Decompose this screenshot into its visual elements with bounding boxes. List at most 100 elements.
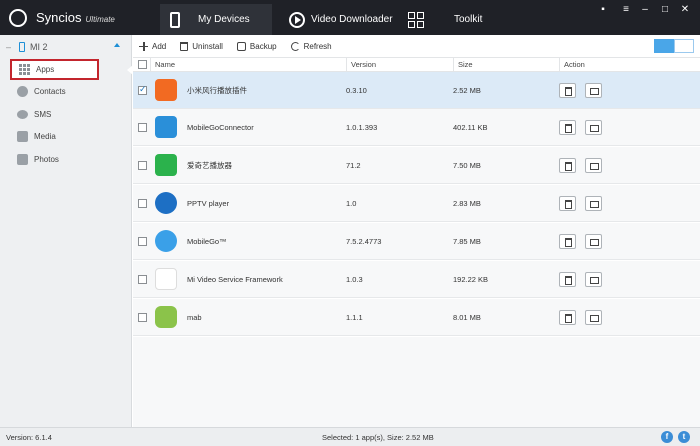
app-version: 1.0.1.393 bbox=[346, 123, 378, 132]
add-label: Add bbox=[152, 41, 167, 51]
column-version[interactable]: Version bbox=[346, 58, 453, 72]
photos-icon bbox=[17, 153, 28, 165]
chat-icon[interactable]: ▪ bbox=[597, 4, 609, 15]
contacts-icon bbox=[17, 85, 28, 97]
row-checkbox[interactable] bbox=[138, 199, 147, 208]
column-name[interactable]: Name bbox=[150, 58, 346, 72]
refresh-icon bbox=[290, 41, 300, 51]
sidebar-item-label: Apps bbox=[36, 65, 55, 74]
app-name: mab bbox=[187, 313, 202, 322]
sidebar: – MI 2 Apps Contacts SMS Media Photos bbox=[0, 35, 132, 427]
app-size: 2.83 MB bbox=[453, 199, 481, 208]
app-size: 402.11 KB bbox=[453, 123, 488, 132]
facebook-icon[interactable]: f bbox=[661, 431, 673, 443]
list-view-button[interactable] bbox=[674, 39, 694, 53]
view-toggle bbox=[654, 39, 694, 53]
app-name: 小米风行播放插件 bbox=[187, 86, 247, 95]
column-action: Action bbox=[559, 58, 700, 72]
tab-label: My Devices bbox=[198, 14, 250, 25]
delete-app-button[interactable] bbox=[559, 158, 576, 173]
grid-view-button[interactable] bbox=[654, 39, 674, 53]
table-row[interactable]: MobileGo™ 7.5.2.4773 7.85 MB bbox=[133, 223, 700, 260]
sms-icon bbox=[17, 109, 28, 119]
table-row[interactable]: mab 1.1.1 8.01 MB bbox=[133, 299, 700, 336]
device-selector[interactable]: – MI 2 bbox=[6, 40, 126, 54]
select-all-checkbox[interactable] bbox=[138, 60, 147, 69]
maximize-button[interactable]: □ bbox=[659, 4, 671, 15]
export-app-button[interactable] bbox=[585, 196, 602, 211]
apps-icon bbox=[19, 64, 30, 75]
refresh-button[interactable]: Refresh bbox=[290, 41, 332, 51]
row-checkbox[interactable] bbox=[138, 123, 147, 132]
app-name: MobileGoConnector bbox=[187, 123, 254, 132]
app-brand: Syncios Ultimate bbox=[36, 10, 115, 25]
app-version: 71.2 bbox=[346, 161, 361, 170]
app-icon bbox=[155, 192, 177, 214]
delete-app-button[interactable] bbox=[559, 234, 576, 249]
delete-app-button[interactable] bbox=[559, 120, 576, 135]
brand-edition: Ultimate bbox=[85, 15, 115, 24]
tab-toolkit[interactable]: Toolkit bbox=[405, 4, 495, 35]
delete-app-button[interactable] bbox=[559, 310, 576, 325]
row-checkbox[interactable] bbox=[138, 161, 147, 170]
version-text: Version: 6.1.4 bbox=[6, 433, 52, 442]
table-row[interactable]: 爱奇艺播放器 71.2 7.50 MB bbox=[133, 147, 700, 184]
app-icon bbox=[155, 268, 177, 290]
app-version: 1.0 bbox=[346, 199, 357, 208]
tab-my-devices[interactable]: My Devices bbox=[160, 4, 272, 35]
refresh-label: Refresh bbox=[303, 41, 332, 51]
delete-app-button[interactable] bbox=[559, 272, 576, 287]
toolbar: Add Uninstall Backup Refresh bbox=[133, 35, 700, 57]
device-phone-icon bbox=[19, 42, 26, 52]
app-name: MobileGo™ bbox=[187, 237, 227, 246]
backup-icon bbox=[236, 41, 246, 51]
row-checkbox[interactable] bbox=[138, 313, 147, 322]
export-app-button[interactable] bbox=[585, 83, 602, 98]
delete-app-button[interactable] bbox=[559, 196, 576, 211]
close-button[interactable]: ✕ bbox=[679, 4, 691, 15]
table-empty-area bbox=[133, 337, 700, 427]
app-name: PPTV player bbox=[187, 199, 230, 208]
grid-icon bbox=[408, 11, 424, 28]
uninstall-button[interactable]: Uninstall bbox=[180, 41, 223, 51]
phone-icon bbox=[170, 11, 180, 28]
export-app-button[interactable] bbox=[585, 120, 602, 135]
add-button[interactable]: Add bbox=[139, 41, 167, 51]
column-size[interactable]: Size bbox=[453, 58, 559, 72]
syncios-logo-icon bbox=[9, 9, 27, 27]
trash-icon bbox=[180, 41, 189, 51]
sidebar-item-apps[interactable]: Apps bbox=[10, 59, 99, 80]
backup-label: Backup bbox=[249, 41, 277, 51]
table-row[interactable]: 小米风行播放插件 0.3.10 2.52 MB bbox=[133, 72, 700, 109]
app-size: 192.22 KB bbox=[453, 275, 489, 284]
collapse-icon[interactable]: – bbox=[6, 42, 11, 52]
brand-name: Syncios bbox=[36, 10, 82, 25]
menu-icon[interactable]: ≡ bbox=[620, 4, 632, 15]
app-size: 8.01 MB bbox=[453, 313, 481, 322]
app-version: 0.3.10 bbox=[346, 86, 367, 95]
export-app-button[interactable] bbox=[585, 310, 602, 325]
row-checkbox[interactable] bbox=[138, 275, 147, 284]
sidebar-item-media[interactable]: Media bbox=[10, 126, 100, 146]
sidebar-item-contacts[interactable]: Contacts bbox=[10, 81, 100, 101]
table-row[interactable]: MobileGoConnector 1.0.1.393 402.11 KB bbox=[133, 109, 700, 146]
tab-video-downloader[interactable]: Video Downloader bbox=[287, 4, 397, 35]
export-app-button[interactable] bbox=[585, 158, 602, 173]
eject-icon[interactable] bbox=[114, 43, 120, 47]
app-icon bbox=[155, 230, 177, 252]
delete-app-button[interactable] bbox=[559, 83, 576, 98]
media-icon bbox=[17, 130, 28, 142]
row-checkbox[interactable] bbox=[138, 237, 147, 246]
backup-button[interactable]: Backup bbox=[236, 41, 277, 51]
sidebar-item-sms[interactable]: SMS bbox=[10, 104, 100, 124]
minimize-button[interactable]: – bbox=[639, 4, 651, 15]
export-app-button[interactable] bbox=[585, 272, 602, 287]
row-checkbox[interactable] bbox=[138, 84, 147, 95]
app-icon bbox=[155, 116, 177, 138]
sidebar-item-photos[interactable]: Photos bbox=[10, 149, 100, 169]
twitter-icon[interactable]: t bbox=[678, 431, 690, 443]
export-app-button[interactable] bbox=[585, 234, 602, 249]
app-size: 2.52 MB bbox=[453, 86, 481, 95]
table-row[interactable]: Mi Video Service Framework 1.0.3 192.22 … bbox=[133, 261, 700, 298]
table-row[interactable]: PPTV player 1.0 2.83 MB bbox=[133, 185, 700, 222]
